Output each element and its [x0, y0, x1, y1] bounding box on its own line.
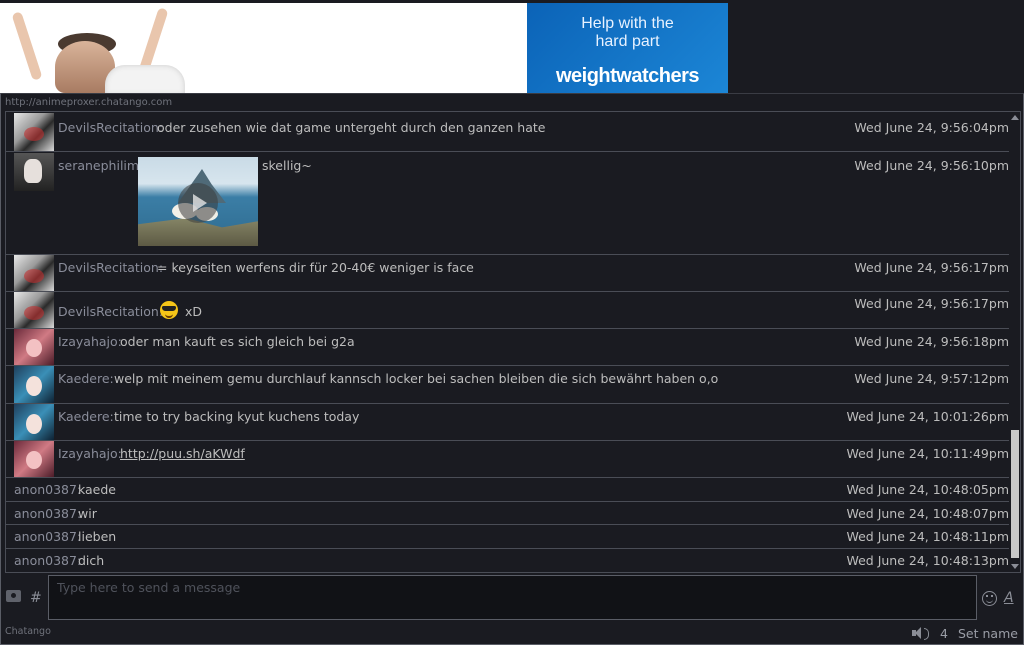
font-settings-button[interactable]: A: [1004, 590, 1014, 606]
message-username[interactable]: anon0387:: [14, 553, 81, 568]
message-text: oder man kauft es sich gleich bei g2a: [120, 334, 355, 349]
message-timestamp: Wed June 24, 10:11:49pm: [846, 446, 1009, 461]
message-timestamp: Wed June 24, 10:48:07pm: [846, 506, 1009, 521]
message-text: wir: [78, 506, 97, 521]
message-username[interactable]: Kaedere:: [58, 409, 114, 424]
message-text: = keyseiten werfens dir für 20-40€ wenig…: [157, 260, 474, 275]
message-username[interactable]: Izayahajo:: [58, 446, 122, 461]
message-row: anon0387: dich Wed June 24, 10:48:13pm: [6, 549, 1009, 572]
izayahajo-avatar[interactable]: [14, 441, 54, 477]
message-row: DevilsRecitation: oder zusehen wie dat g…: [6, 112, 1009, 152]
message-text: time to try backing kyut kuchens today: [114, 409, 360, 424]
seranephilim-avatar[interactable]: [14, 153, 54, 191]
message-timestamp: Wed June 24, 9:56:04pm: [854, 120, 1009, 135]
scroll-down-arrow-icon[interactable]: [1011, 564, 1019, 569]
message-username[interactable]: Izayahajo:: [58, 334, 122, 349]
message-username[interactable]: DevilsRecitation:: [58, 304, 163, 319]
camera-icon[interactable]: [6, 590, 21, 602]
message-row: anon0387: kaede Wed June 24, 10:48:05pm: [6, 478, 1009, 502]
message-username[interactable]: anon0387:: [14, 482, 81, 497]
message-text: oder zusehen wie dat game untergeht durc…: [157, 120, 546, 135]
message-row: anon0387: wir Wed June 24, 10:48:07pm: [6, 502, 1009, 525]
message-timestamp: Wed June 24, 10:48:11pm: [846, 529, 1009, 544]
ad-banner[interactable]: Help with the hard part weightwatchers: [0, 3, 728, 93]
message-row: DevilsRecitation: xD Wed June 24, 9:56:1…: [6, 292, 1009, 329]
message-username[interactable]: anon0387:: [14, 529, 81, 544]
devilsrecitation-avatar[interactable]: [14, 292, 54, 328]
message-row: anon0387: lieben Wed June 24, 10:48:11pm: [6, 525, 1009, 549]
message-input[interactable]: [48, 575, 977, 620]
hashtag-button[interactable]: #: [30, 590, 42, 606]
set-name-button[interactable]: Set name: [958, 626, 1018, 641]
devilsrecitation-avatar[interactable]: [14, 113, 54, 151]
message-row: Kaedere: welp mit meinem gemu durchlauf …: [6, 366, 1009, 404]
scrollbar-thumb[interactable]: [1011, 430, 1019, 558]
message-row: seranephilim: skellig~ Wed June 24, 9:56…: [6, 152, 1009, 255]
message-timestamp: Wed June 24, 9:56:17pm: [854, 296, 1009, 311]
ad-tagline: Help with the hard part: [581, 15, 674, 50]
video-thumbnail[interactable]: [138, 157, 258, 246]
message-timestamp: Wed June 24, 9:56:10pm: [854, 158, 1009, 173]
ad-photo[interactable]: [0, 3, 527, 93]
devilsrecitation-avatar[interactable]: [14, 255, 54, 291]
message-timestamp: Wed June 24, 9:56:18pm: [854, 334, 1009, 349]
message-username[interactable]: DevilsRecitation:: [58, 260, 163, 275]
ad-photo-shirt: [105, 65, 185, 93]
ad-brand-panel[interactable]: Help with the hard part weightwatchers: [527, 3, 728, 93]
sunglasses-emoji-icon: [160, 301, 178, 319]
message-text: kaede: [78, 482, 116, 497]
message-username[interactable]: Kaedere:: [58, 371, 114, 386]
ad-photo-arm-left: [11, 11, 43, 81]
message-timestamp: Wed June 24, 10:48:05pm: [846, 482, 1009, 497]
scroll-up-arrow-icon[interactable]: [1011, 115, 1019, 120]
message-text: lieben: [78, 529, 117, 544]
message-timestamp: Wed June 24, 9:56:17pm: [854, 260, 1009, 275]
kaedere-avatar[interactable]: [14, 366, 54, 403]
user-count[interactable]: 4: [940, 626, 948, 641]
message-text: welp mit meinem gemu durchlauf kannsch l…: [114, 371, 719, 386]
message-row: Izayahajo: oder man kauft es sich gleich…: [6, 329, 1009, 366]
message-scrollbar[interactable]: [1009, 112, 1020, 572]
chatango-brand-link[interactable]: Chatango: [5, 626, 51, 637]
message-username[interactable]: seranephilim:: [58, 158, 143, 173]
message-username[interactable]: anon0387:: [14, 506, 81, 521]
message-text: skellig~: [262, 158, 312, 173]
message-timestamp: Wed June 24, 9:57:12pm: [854, 371, 1009, 386]
izayahajo-avatar[interactable]: [14, 329, 54, 365]
message-username[interactable]: DevilsRecitation:: [58, 120, 163, 135]
message-link[interactable]: http://puu.sh/aKWdf: [120, 446, 245, 461]
message-row: Izayahajo: http://puu.sh/aKWdf Wed June …: [6, 441, 1009, 478]
message-row: DevilsRecitation: = keyseiten werfens di…: [6, 255, 1009, 292]
ad-logo: weightwatchers: [555, 65, 700, 87]
kaedere-avatar[interactable]: [14, 404, 54, 440]
message-row: Kaedere: time to try backing kyut kuchen…: [6, 404, 1009, 441]
message-text: dich: [78, 553, 105, 568]
group-url[interactable]: http://animeproxer.chatango.com: [5, 97, 172, 108]
emoji-picker-icon[interactable]: [982, 591, 997, 606]
message-text: xD: [185, 304, 203, 319]
message-timestamp: Wed June 24, 10:48:13pm: [846, 553, 1009, 568]
message-timestamp: Wed June 24, 10:01:26pm: [846, 409, 1009, 424]
play-icon[interactable]: [178, 183, 218, 223]
message-list[interactable]: DevilsRecitation: oder zusehen wie dat g…: [5, 111, 1021, 573]
